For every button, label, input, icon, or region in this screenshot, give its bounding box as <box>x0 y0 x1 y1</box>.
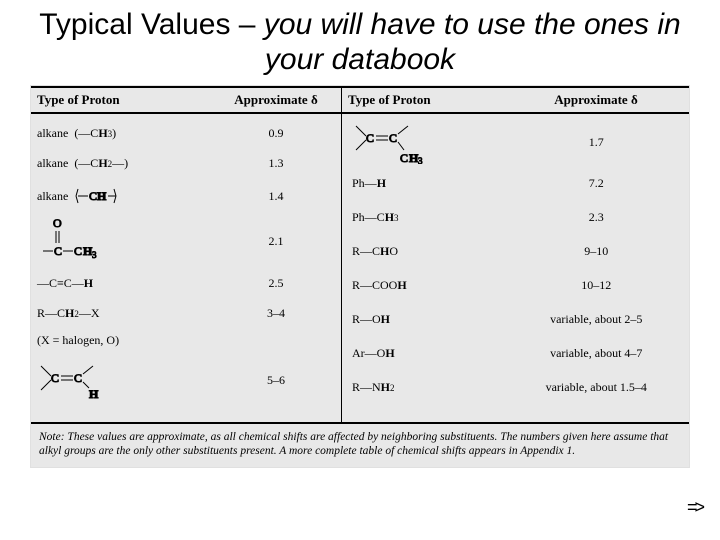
table-row: R—CHO <box>352 234 506 268</box>
table-header-row: Type of Proton Approximate δ Type of Pro… <box>31 86 689 114</box>
table-row: CCCH3 <box>352 118 506 166</box>
proton-label: alkane <box>37 126 68 141</box>
table-row: —C≡C—H <box>37 268 205 298</box>
proton-label: alkane <box>37 156 68 171</box>
proton-formula: R—NH2 <box>352 380 395 395</box>
vinyl-structure-icon: CCH <box>37 358 107 402</box>
svg-text:C: C <box>389 131 397 145</box>
ch-structure-icon: CH <box>74 181 118 211</box>
left-column-block: alkane (—CH3) alkane (—CH2—) alkane CH O… <box>31 114 341 422</box>
table-row: Ph—H <box>352 166 506 200</box>
header-delta-2: Approximate δ <box>511 88 681 112</box>
shift-value: 0.9 <box>217 118 335 148</box>
table-row: R—NH2 <box>352 370 506 404</box>
table-row: Ar—OH <box>352 336 506 370</box>
shift-value: 2.1 <box>217 214 335 268</box>
table-row: R—COOH <box>352 268 506 302</box>
title-part2: you will have to use the ones in your da… <box>264 8 681 76</box>
svg-text:C: C <box>74 371 82 385</box>
table-footnote: Note: These values are approximate, as a… <box>31 424 689 467</box>
svg-text:3: 3 <box>92 250 97 260</box>
proton-formula: —C≡C—H <box>37 276 93 291</box>
right-structure-column: CCCH3 Ph—H Ph—CH3 R—CHO R—COOH R—OH Ar—O… <box>342 114 512 422</box>
table-row: R—OH <box>352 302 506 336</box>
proton-label: alkane <box>37 189 68 204</box>
shift-value: variable, about 1.5–4 <box>518 370 676 404</box>
table-body: alkane (—CH3) alkane (—CH2—) alkane CH O… <box>31 114 689 424</box>
table-row: alkane (—CH2—) <box>37 148 205 178</box>
shift-value: 7.2 <box>518 166 676 200</box>
left-structure-column: alkane (—CH3) alkane (—CH2—) alkane CH O… <box>31 114 211 422</box>
svg-text:C: C <box>51 371 59 385</box>
shift-value: variable, about 2–5 <box>518 302 676 336</box>
header-type-1: Type of Proton <box>31 88 211 112</box>
table-row: OCCH3 <box>37 214 205 268</box>
shift-value: 9–10 <box>518 234 676 268</box>
shift-value: 3–4 <box>217 298 335 328</box>
slide-title: Typical Values – you will have to use th… <box>0 0 720 83</box>
shift-value: 5–6 <box>217 353 335 407</box>
proton-formula: (—CH2—) <box>74 156 128 171</box>
next-arrow-icon[interactable]: => <box>687 497 702 518</box>
svg-text:H: H <box>89 387 99 401</box>
svg-text:H: H <box>97 189 107 203</box>
proton-formula: Ar—OH <box>352 346 395 361</box>
allyl-structure-icon: CCCH3 <box>352 120 434 164</box>
carbonyl-structure-icon: OCCH3 <box>37 217 117 265</box>
shift-value <box>217 328 335 353</box>
right-column-block: CCCH3 Ph—H Ph—CH3 R—CHO R—COOH R—OH Ar—O… <box>341 114 681 422</box>
svg-text:O: O <box>53 217 62 230</box>
title-part1: Typical Values – <box>39 8 264 41</box>
table-row: (X = halogen, O) <box>37 328 205 353</box>
svg-text:C: C <box>74 244 82 258</box>
shift-value: 2.3 <box>518 200 676 234</box>
proton-formula: R—OH <box>352 312 390 327</box>
proton-formula: R—CH2—X <box>37 306 100 321</box>
table-row: Ph—CH3 <box>352 200 506 234</box>
table-row: alkane CH <box>37 178 205 214</box>
right-value-column: 1.7 7.2 2.3 9–10 10–12 variable, about 2… <box>512 114 682 422</box>
proton-formula: (—CH3) <box>74 126 116 141</box>
svg-text:3: 3 <box>418 156 423 164</box>
proton-formula: Ph—H <box>352 176 386 191</box>
proton-formula: Ph—CH3 <box>352 210 399 225</box>
proton-formula: R—CHO <box>352 244 398 259</box>
table-row: CCH <box>37 353 205 407</box>
shift-value: 1.3 <box>217 148 335 178</box>
svg-text:C: C <box>400 151 408 164</box>
shift-value: 1.7 <box>518 118 676 166</box>
svg-text:C: C <box>54 244 62 258</box>
shift-value: 1.4 <box>217 178 335 214</box>
left-value-column: 0.9 1.3 1.4 2.1 2.5 3–4 5–6 <box>211 114 341 422</box>
shift-value: 10–12 <box>518 268 676 302</box>
table-row: R—CH2—X <box>37 298 205 328</box>
proton-formula: R—COOH <box>352 278 407 293</box>
nmr-shift-table: Type of Proton Approximate δ Type of Pro… <box>30 85 690 468</box>
proton-note: (X = halogen, O) <box>37 333 119 348</box>
table-row: alkane (—CH3) <box>37 118 205 148</box>
svg-text:C: C <box>89 189 97 203</box>
shift-value: 2.5 <box>217 268 335 298</box>
header-type-2: Type of Proton <box>341 88 511 112</box>
shift-value: variable, about 4–7 <box>518 336 676 370</box>
header-delta-1: Approximate δ <box>211 88 341 112</box>
svg-text:C: C <box>366 131 374 145</box>
